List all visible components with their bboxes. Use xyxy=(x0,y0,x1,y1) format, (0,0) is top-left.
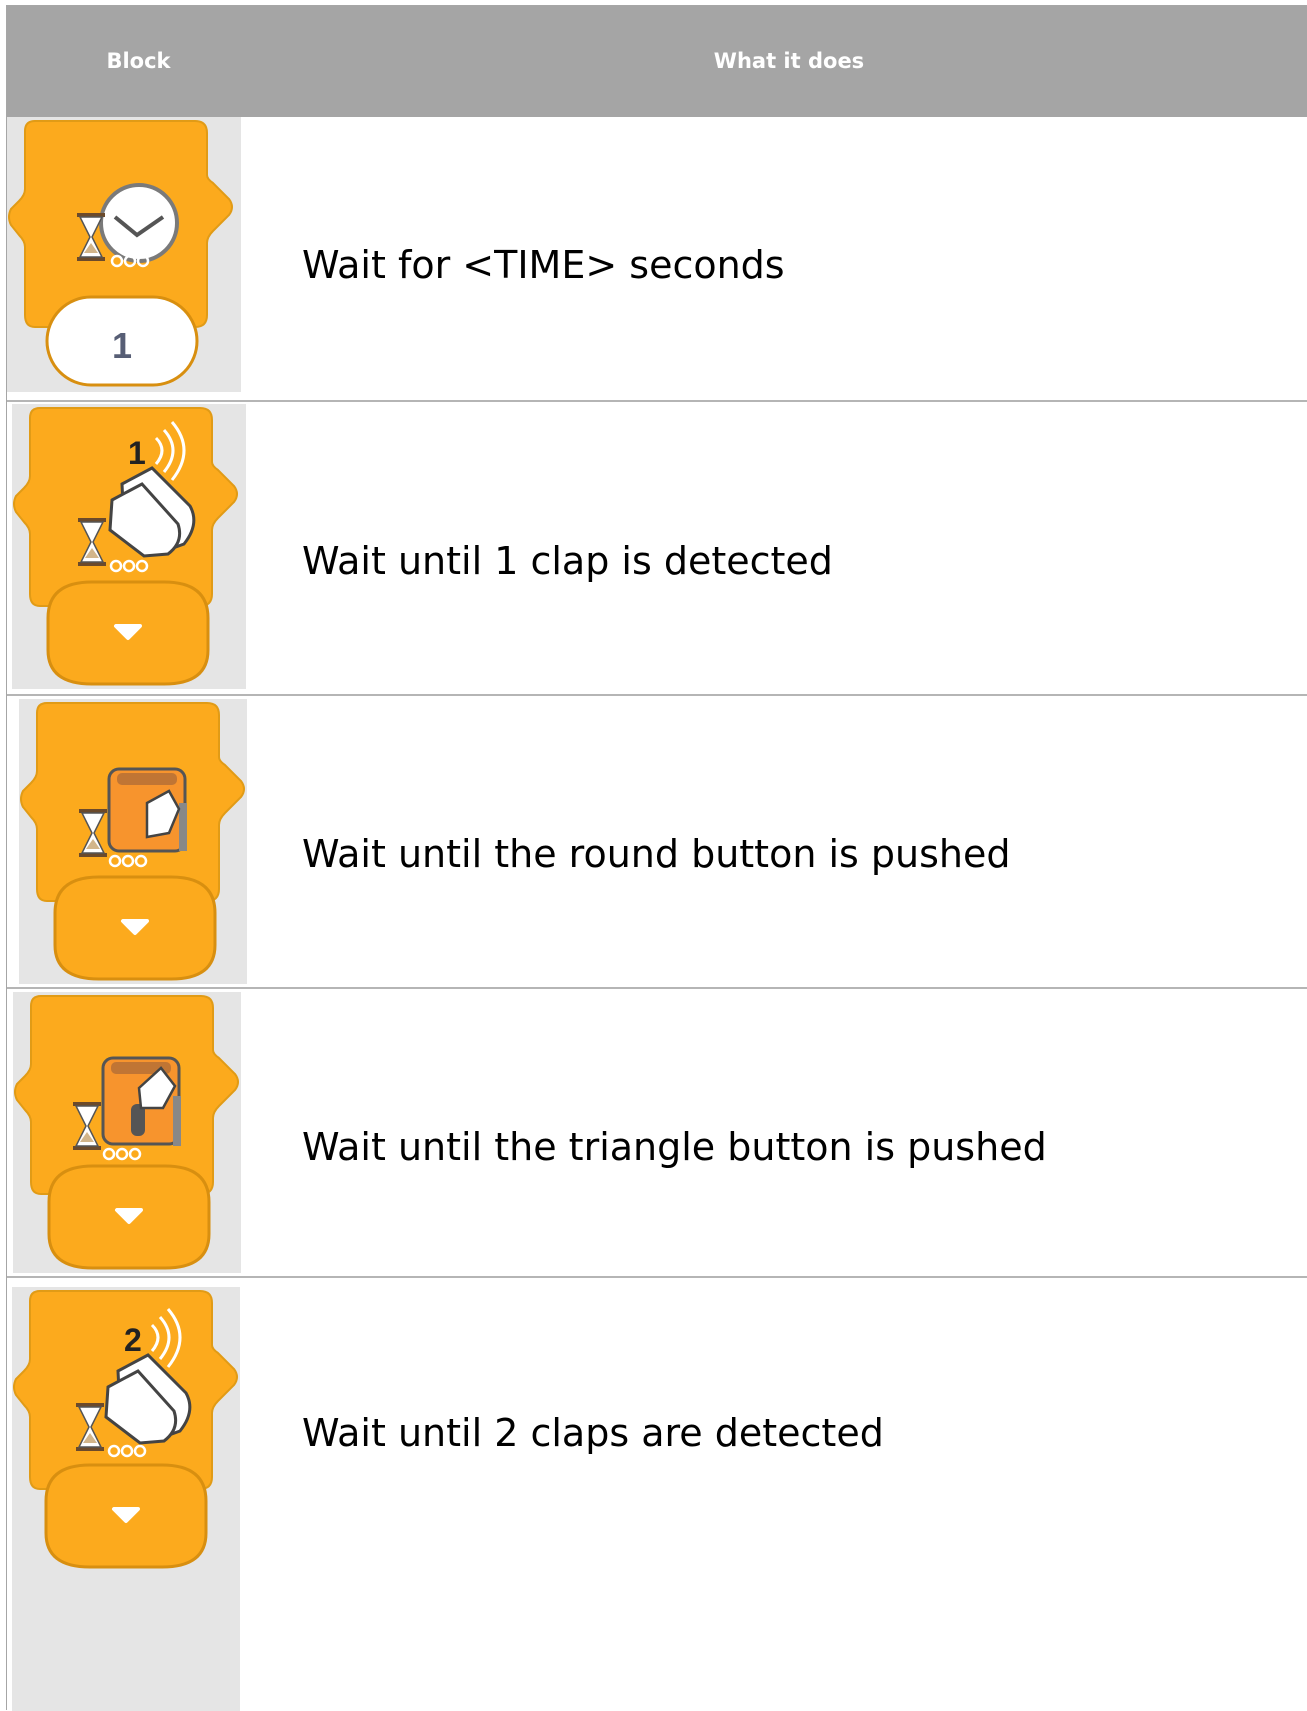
row-description: Wait until 2 claps are detected xyxy=(302,1411,884,1455)
wait-blocks-table: Block What it does 1 Wait for <TIME> sec… xyxy=(6,5,1307,1711)
table-row: 1 Wait until 1 clap is detected xyxy=(7,402,1307,696)
table-header: Block What it does xyxy=(7,6,1307,117)
table-row: Wait until the round button is pushed xyxy=(7,696,1307,989)
time-value[interactable]: 1 xyxy=(112,325,132,366)
row-description: Wait until the triangle button is pushed xyxy=(302,1125,1047,1169)
header-what-it-does: What it does xyxy=(713,49,865,73)
wait-triangle-button-block-icon xyxy=(13,992,241,1273)
row-description: Wait for <TIME> seconds xyxy=(302,243,785,287)
wait-round-button-block-icon xyxy=(19,699,247,984)
header-block: Block xyxy=(106,49,171,73)
clap-count-badge: 2 xyxy=(124,1322,142,1358)
row-description: Wait until the round button is pushed xyxy=(302,832,1011,876)
wait-clap-2-block-icon: 2 xyxy=(12,1287,240,1711)
wait-time-block-icon: 1 xyxy=(7,117,241,392)
table-row: 2 Wait until 2 claps are detected xyxy=(7,1278,1307,1711)
wait-clap-1-block-icon: 1 xyxy=(12,404,246,689)
table-row: Wait until the triangle button is pushed xyxy=(7,989,1307,1278)
table-row: 1 Wait for <TIME> seconds xyxy=(7,117,1307,402)
row-description: Wait until 1 clap is detected xyxy=(302,539,833,583)
svg-text:1: 1 xyxy=(128,435,146,471)
